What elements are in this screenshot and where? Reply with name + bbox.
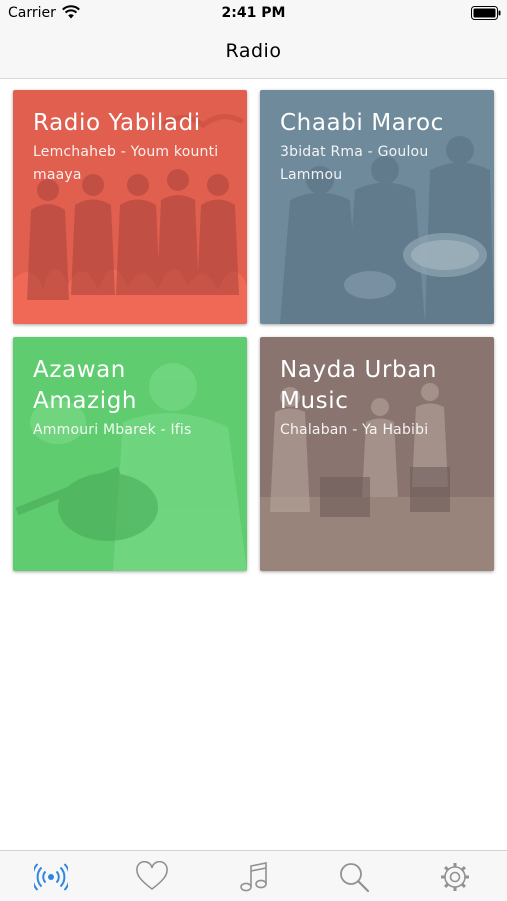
tab-music[interactable]	[202, 851, 303, 901]
station-name: Radio Yabiladi	[33, 110, 201, 136]
now-playing: Lemchaheb - Youm kounti maaya	[33, 144, 219, 183]
tab-search[interactable]	[303, 851, 404, 901]
tab-settings[interactable]	[404, 851, 505, 901]
battery-icon	[471, 6, 501, 20]
now-playing: Chalaban - Ya Habibi	[280, 422, 429, 438]
station-card-azawan-amazigh[interactable]: Azawan Amazigh Ammouri Mbarek - Ifis	[13, 337, 247, 571]
now-playing: Ammouri Mbarek - Ifis	[33, 422, 192, 438]
heart-icon	[136, 861, 168, 891]
tab-radio[interactable]	[0, 851, 101, 901]
settings-gear-icon	[441, 863, 469, 891]
status-time: 2:41 PM	[221, 5, 286, 21]
music-note-icon	[240, 862, 267, 892]
status-bar: Carrier 2:41 PM	[0, 0, 507, 28]
tab-favorites[interactable]	[101, 851, 202, 901]
station-card-nayda-urban-music[interactable]: Nayda Urban Music Chalaban - Ya Habibi	[260, 337, 494, 571]
station-name: Chaabi Maroc	[280, 110, 444, 136]
now-playing: 3bidat Rma - Goulou Lammou	[280, 144, 429, 183]
station-name: Nayda Urban Music	[280, 357, 438, 414]
tab-bar	[0, 850, 507, 901]
station-card-radio-yabiladi[interactable]: Radio Yabiladi Lemchaheb - Youm kounti m…	[13, 90, 247, 324]
search-icon	[340, 863, 370, 893]
station-name: Azawan Amazigh	[33, 357, 138, 414]
radio-icon	[34, 863, 68, 891]
station-card-chaabi-maroc[interactable]: Chaabi Maroc 3bidat Rma - Goulou Lammou	[260, 90, 494, 324]
navigation-bar: Radio	[0, 28, 507, 79]
page-title: Radio	[225, 40, 282, 62]
